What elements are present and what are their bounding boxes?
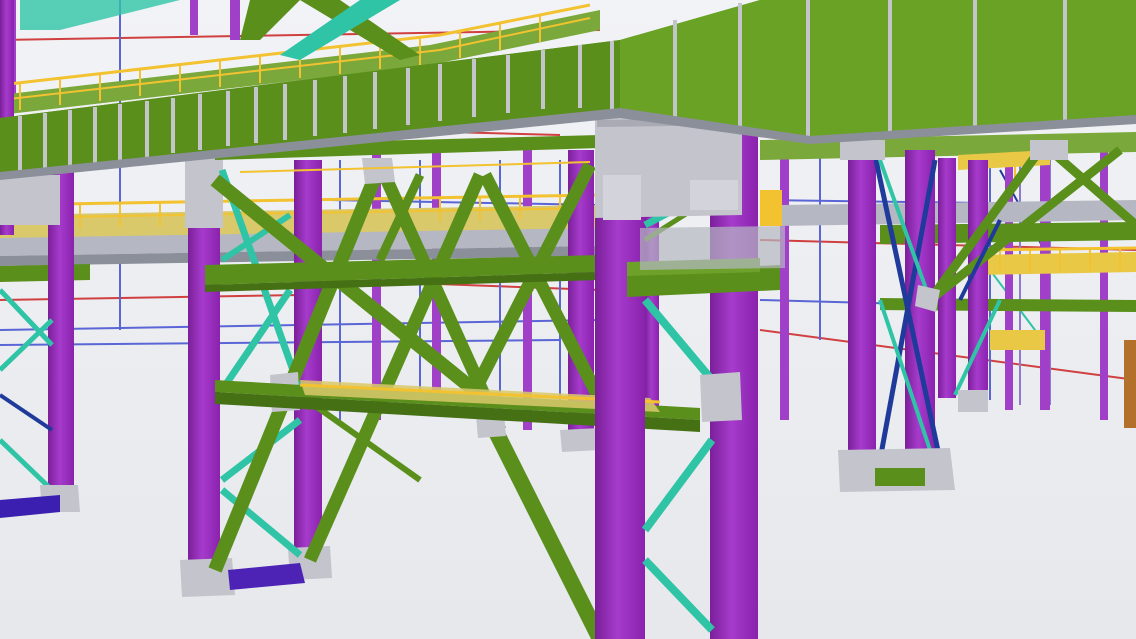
orange-equipment: [1124, 340, 1136, 428]
3d-steel-structure-view[interactable]: [0, 0, 1136, 639]
model-viewport[interactable]: [0, 0, 1136, 639]
